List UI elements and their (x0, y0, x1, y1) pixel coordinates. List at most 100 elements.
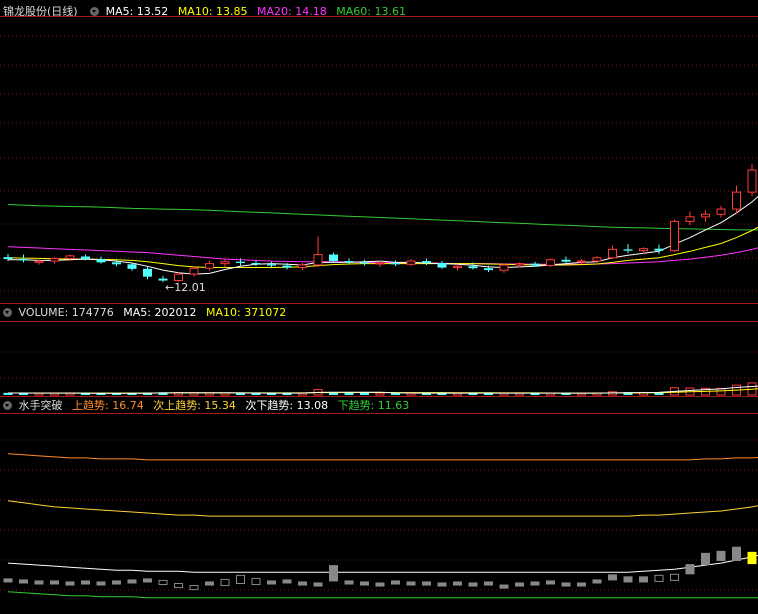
ma20-line (7, 246, 758, 265)
candle-body (251, 263, 261, 265)
indicator-box (81, 580, 90, 585)
candle-body (112, 262, 121, 265)
upper-trend-line (7, 453, 758, 461)
candle-body (639, 248, 648, 252)
indicator-box (329, 565, 338, 582)
candle-body (282, 265, 292, 268)
indicator-box (205, 581, 214, 586)
indicator-box (716, 550, 726, 562)
second-upper-trend-line (7, 500, 758, 517)
candle-body (375, 262, 385, 265)
indicator-box (143, 578, 152, 583)
candle-body (747, 169, 757, 193)
candle-body (577, 260, 586, 263)
candle-body (174, 273, 183, 282)
candle-body (530, 263, 540, 266)
indicator-box (344, 580, 354, 585)
candle-body (453, 265, 462, 269)
stock-chart[interactable]: ←12.01 (0, 0, 758, 614)
candle-body (406, 260, 416, 265)
candle-body (360, 262, 369, 264)
candle-body (96, 259, 106, 263)
indicator-box (127, 579, 137, 584)
candle-body (592, 257, 602, 262)
indicator-box (422, 581, 431, 586)
indicator-box (158, 579, 168, 586)
indicator-box (65, 581, 75, 586)
indicator-box (577, 582, 586, 587)
indicator-box (468, 582, 478, 587)
indicator-box (406, 581, 416, 586)
candle-body (19, 259, 28, 261)
candle-body (220, 261, 230, 265)
indicator-box (298, 581, 307, 586)
candle-body (267, 264, 276, 266)
candle-body (65, 255, 75, 259)
candle-body (3, 257, 13, 260)
candle-body (143, 268, 152, 277)
indicator-box (592, 579, 602, 584)
candle-body (515, 263, 524, 266)
candle-body (546, 259, 555, 267)
indicator-box (220, 578, 230, 587)
candle-body (34, 260, 44, 263)
candle-body (437, 263, 447, 268)
indicator-box (267, 580, 276, 585)
indicator-box (747, 551, 757, 565)
indicator-box (484, 581, 493, 586)
second-lower-trend-line (7, 554, 758, 573)
candle-body (468, 266, 478, 269)
candle-body (732, 191, 741, 210)
ma60-line (7, 204, 758, 231)
indicator-box (375, 582, 385, 587)
indicator-box (546, 580, 555, 585)
indicator-box (19, 579, 28, 584)
indicator-box (313, 582, 323, 587)
volume-bar (344, 392, 354, 395)
candle-body (608, 248, 617, 259)
indicator-box (732, 546, 741, 562)
indicator-box (96, 581, 106, 586)
candle-body (313, 254, 323, 266)
indicator-box (654, 574, 664, 582)
indicator-box (50, 580, 59, 585)
indicator-box (530, 581, 540, 586)
candle-body (127, 264, 137, 269)
indicator-box (112, 580, 121, 585)
candle-body (716, 208, 726, 215)
candle-body (50, 257, 59, 262)
candle-body (484, 268, 493, 271)
candle-body (189, 267, 199, 275)
indicator-box (236, 574, 245, 584)
candle-body (236, 261, 245, 263)
indicator-box (499, 584, 509, 589)
indicator-box (515, 582, 524, 587)
volume-ma5-line (8, 385, 758, 394)
candle-body (205, 263, 214, 269)
indicator-box (360, 581, 369, 586)
indicator-box (623, 576, 633, 583)
low-price-annotation: ←12.01 (165, 281, 206, 294)
candle-body (344, 261, 354, 263)
indicator-box (670, 573, 679, 581)
candle-body (391, 263, 400, 265)
candle-body (499, 264, 509, 271)
indicator-box (685, 564, 695, 575)
indicator-box (3, 578, 13, 583)
volume-bar (360, 392, 369, 395)
candle-body (670, 220, 679, 252)
indicator-box (391, 580, 400, 585)
indicator-box (701, 552, 710, 566)
candle-body (298, 264, 307, 269)
indicator-box (561, 582, 571, 587)
candle-body (654, 248, 664, 251)
candle-body (623, 249, 633, 251)
indicator-box (282, 579, 292, 584)
volume-bar (375, 392, 385, 396)
candle-body (701, 213, 710, 218)
indicator-box (608, 574, 617, 581)
candle-body (561, 259, 571, 262)
candle-body (329, 254, 338, 262)
candle-body (81, 256, 90, 260)
indicator-box (174, 582, 183, 589)
